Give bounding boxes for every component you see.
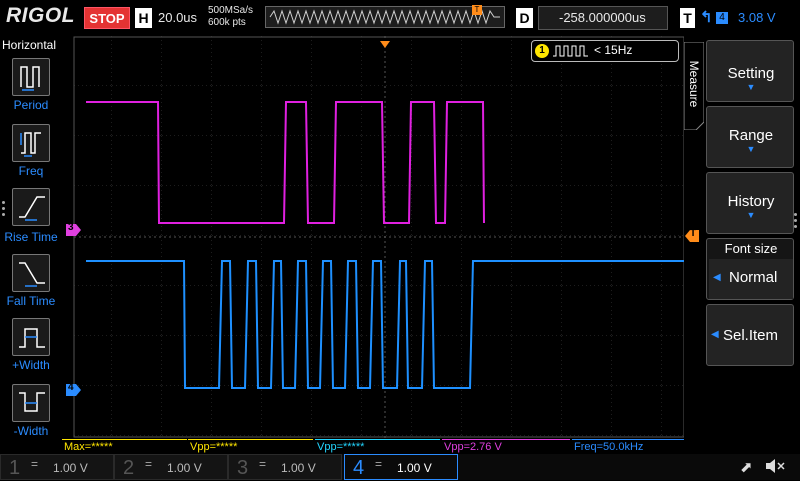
- channel-3-number: 3: [237, 457, 249, 479]
- channel-1-number: 1: [9, 457, 21, 479]
- dc-coupling-icon: =: [375, 457, 383, 471]
- ch3-marker-label: 3: [68, 222, 74, 233]
- history-button[interactable]: History ▼: [706, 172, 794, 234]
- trigger-level-marker[interactable]: T: [685, 228, 699, 242]
- sample-rate: 500MSa/s: [208, 5, 254, 16]
- rigol-logo: RIGOL: [6, 4, 75, 27]
- delay-badge: D: [516, 8, 533, 28]
- negative-width-button[interactable]: [12, 384, 50, 422]
- waveform-display[interactable]: [62, 36, 684, 438]
- measure-tab-label: Measure: [687, 60, 701, 108]
- arrow-left-icon: ◀: [711, 329, 719, 340]
- channel-1-scale: 1.00 V: [53, 461, 88, 475]
- channel-4-scale: 1.00 V: [397, 461, 432, 475]
- negative-width-label: -Width: [13, 424, 49, 438]
- rise-time-label: Rise Time: [4, 230, 58, 244]
- freq-label: Freq: [18, 164, 44, 178]
- measurement-4[interactable]: Vpp=2.76 V: [442, 439, 570, 454]
- speaker-mute-icon[interactable]: [764, 457, 786, 475]
- memory-depth: 600k pts: [208, 17, 246, 28]
- period-button[interactable]: [12, 58, 50, 96]
- channel-3-scale: 1.00 V: [281, 461, 316, 475]
- timebase-value[interactable]: 20.0us: [158, 10, 197, 25]
- positive-width-button[interactable]: [12, 318, 50, 356]
- usb-icon: ⬈: [740, 459, 753, 476]
- channel-3-status[interactable]: 3 = 1.00 V: [228, 454, 342, 480]
- right-scroll-dots: [794, 210, 799, 240]
- channel-4-status[interactable]: 4 = 1.00 V: [344, 454, 458, 480]
- square-wave-icon: [553, 45, 588, 57]
- sel-item-label: Sel.Item: [723, 327, 779, 344]
- channel-2-number: 2: [123, 457, 135, 479]
- positive-width-icon: [19, 328, 45, 348]
- chevron-down-icon: ▼: [746, 144, 756, 154]
- horizontal-panel-title: Horizontal: [2, 38, 57, 52]
- fall-time-button[interactable]: [12, 254, 50, 292]
- channel-1-status[interactable]: 1 = 1.00 V: [0, 454, 114, 480]
- dc-coupling-icon: =: [259, 457, 267, 471]
- measurement-2-text: Vpp=*****: [190, 441, 238, 453]
- trigger-badge: T: [680, 8, 695, 28]
- trigger-rising-edge-icon[interactable]: ↰: [700, 8, 713, 26]
- dc-coupling-icon: =: [31, 457, 39, 471]
- measurement-4-text: Vpp=2.76 V: [444, 441, 502, 453]
- sel-item-button[interactable]: ◀ Sel.Item: [706, 304, 794, 366]
- font-size-title: Font size: [724, 241, 778, 256]
- chevron-down-icon: ▼: [746, 82, 756, 92]
- font-size-value: Normal: [729, 269, 778, 286]
- horizontal-badge: H: [135, 8, 152, 28]
- period-icon: [20, 66, 40, 91]
- delay-value[interactable]: -258.000000us: [538, 6, 668, 30]
- counter-value: < 15Hz: [594, 43, 633, 57]
- counter-channel-badge: 1: [535, 44, 549, 58]
- arrow-left-icon: ◀: [713, 272, 721, 283]
- memory-trigger-marker: T: [472, 5, 482, 15]
- period-label: Period: [13, 98, 49, 112]
- setting-button[interactable]: Setting ▼: [706, 40, 794, 102]
- positive-width-label: +Width: [12, 358, 50, 372]
- scroll-dots: [2, 198, 6, 228]
- trigger-marker-label: T: [690, 228, 697, 239]
- channel-2-scale: 1.00 V: [167, 461, 202, 475]
- measurement-1[interactable]: Max=*****: [62, 439, 187, 454]
- freq-button[interactable]: [12, 124, 50, 162]
- channel-4-ground-marker[interactable]: 4: [66, 382, 82, 396]
- measurement-5-text: Freq=50.0kHz: [574, 441, 644, 453]
- measurement-3-text: Vpp=*****: [317, 441, 365, 453]
- dc-coupling-icon: =: [145, 457, 153, 471]
- trigger-position-marker[interactable]: [380, 36, 390, 54]
- range-label: Range: [728, 127, 774, 144]
- setting-label: Setting: [727, 65, 775, 82]
- rise-time-button[interactable]: [12, 188, 50, 226]
- fall-time-icon: [19, 262, 45, 287]
- run-stop-status[interactable]: STOP: [84, 7, 130, 29]
- chevron-down-icon: ▼: [746, 210, 756, 220]
- range-button[interactable]: Range ▼: [706, 106, 794, 168]
- measure-tab-label-wrap: Measure: [684, 52, 704, 122]
- channel-2-status[interactable]: 2 = 1.00 V: [114, 454, 228, 480]
- ch4-marker-label: 4: [68, 382, 74, 393]
- negative-width-icon: [19, 392, 45, 412]
- font-size-control[interactable]: Font size ◀ Normal: [706, 238, 794, 300]
- channel-3-ground-marker[interactable]: 3: [66, 222, 82, 236]
- rise-time-icon: [19, 196, 45, 221]
- channel-4-number: 4: [353, 457, 365, 479]
- history-label: History: [727, 193, 775, 210]
- trigger-level[interactable]: 3.08 V: [738, 10, 776, 25]
- memory-overview-window[interactable]: T: [265, 5, 505, 28]
- measurement-1-text: Max=*****: [64, 441, 113, 453]
- trigger-source[interactable]: 4: [716, 12, 728, 24]
- measurement-2[interactable]: Vpp=*****: [188, 439, 313, 454]
- measurement-5[interactable]: Freq=50.0kHz: [572, 439, 684, 454]
- frequency-icon: [20, 132, 41, 157]
- frequency-counter[interactable]: 1 < 15Hz: [531, 40, 679, 62]
- fall-time-label: Fall Time: [6, 294, 56, 308]
